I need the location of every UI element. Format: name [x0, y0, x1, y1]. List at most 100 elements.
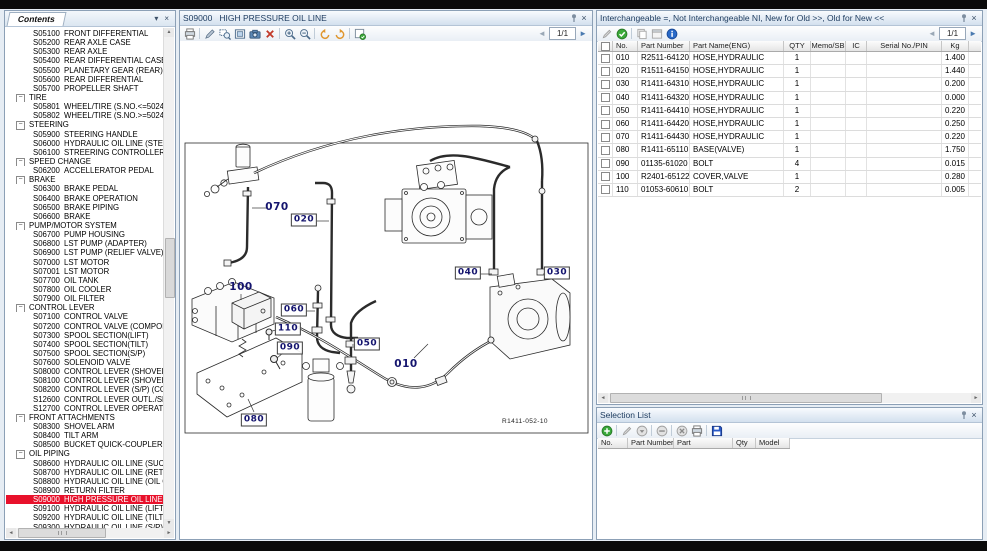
tree-item[interactable]: S06000HYDRAULIC OIL LINE (STEERING: [6, 139, 164, 148]
column-header[interactable]: No.: [613, 41, 638, 51]
table-row[interactable]: 070R1411-64430HOSE,HYDRAULIC10.220: [598, 131, 981, 144]
print-icon[interactable]: [182, 27, 197, 40]
row-checkbox[interactable]: [598, 78, 613, 90]
tree-item[interactable]: S07200CONTROL VALVE (COMPONENT: [6, 322, 164, 331]
pin-icon[interactable]: [569, 13, 579, 23]
callout-090[interactable]: 090: [277, 342, 303, 355]
tree-item[interactable]: S05700PROPELLER SHAFT: [6, 84, 164, 93]
tree-item[interactable]: S12600CONTROL LEVER OUTL./SLIDE L: [6, 395, 164, 404]
row-checkbox[interactable]: [598, 92, 613, 104]
tree-vertical-scrollbar[interactable]: ▲ ▼: [163, 28, 174, 528]
tree-item[interactable]: S09200HYDRAULIC OIL LINE (TILT): [6, 513, 164, 522]
row-checkbox[interactable]: [598, 118, 613, 130]
tree-item[interactable]: S09000HIGH PRESSURE OIL LINE: [6, 495, 164, 504]
collapse-icon[interactable]: −: [16, 304, 25, 312]
collapse-icon[interactable]: −: [16, 414, 25, 422]
column-header[interactable]: Model: [756, 438, 790, 448]
clear-icon[interactable]: [674, 424, 689, 437]
tree-item[interactable]: S05200REAR AXLE CASE: [6, 38, 164, 47]
tree-item[interactable]: S07000LST MOTOR: [6, 258, 164, 267]
tree-item[interactable]: S06900LST PUMP (RELIEF VALVE): [6, 248, 164, 257]
tree-item[interactable]: S07400SPOOL SECTION(TILT): [6, 340, 164, 349]
move-down-icon[interactable]: [634, 424, 649, 437]
tree-group[interactable]: −STEERING: [6, 120, 164, 129]
select-all-checkbox[interactable]: [598, 41, 613, 51]
tree-item[interactable]: S08600HYDRAULIC OIL LINE (SUCTION): [6, 459, 164, 468]
collapse-icon[interactable]: −: [16, 450, 25, 458]
tree-item[interactable]: S06800LST PUMP (ADAPTER): [6, 239, 164, 248]
prev-page-icon[interactable]: ◄: [925, 29, 939, 38]
parts-horizontal-scrollbar[interactable]: ◄ ►: [598, 393, 981, 403]
scroll-left-icon[interactable]: ◄: [6, 528, 16, 538]
scroll-left-icon[interactable]: ◄: [598, 393, 608, 403]
callout-060[interactable]: 060: [281, 304, 307, 317]
table-row[interactable]: 030R1411-64310HOSE,HYDRAULIC10.200: [598, 78, 981, 91]
diagram-canvas[interactable]: R1411-052-10 010020030040050060070080090…: [180, 41, 592, 539]
tree-group[interactable]: −TIRE: [6, 93, 164, 102]
tree-item[interactable]: S08000CONTROL LEVER (SHOVEL): [6, 367, 164, 376]
select-tool-icon[interactable]: [202, 27, 217, 40]
print-icon[interactable]: [689, 424, 704, 437]
prev-page-icon[interactable]: ◄: [535, 29, 549, 38]
table-row[interactable]: 060R1411-64420HOSE,HYDRAULIC10.250: [598, 118, 981, 131]
row-checkbox[interactable]: [598, 158, 613, 170]
scrollbar-thumb[interactable]: [165, 238, 175, 298]
close-icon[interactable]: ×: [969, 13, 979, 23]
pin-icon[interactable]: [959, 410, 969, 420]
tree-group[interactable]: −OIL PIPING: [6, 449, 164, 458]
table-row[interactable]: 040R1411-64320HOSE,HYDRAULIC10.000: [598, 92, 981, 105]
callout-050[interactable]: 050: [354, 338, 380, 351]
tree-item[interactable]: S07500SPOOL SECTION(S/P): [6, 349, 164, 358]
column-header[interactable]: Kg: [942, 41, 969, 51]
collapse-icon[interactable]: −: [16, 121, 25, 129]
confirm-icon[interactable]: [614, 27, 629, 40]
tree-item[interactable]: S06400BRAKE OPERATION: [6, 194, 164, 203]
tree-item[interactable]: S07001LST MOTOR: [6, 267, 164, 276]
copy-icon[interactable]: [634, 27, 649, 40]
table-row[interactable]: 11001053-60610BOLT20.005: [598, 184, 981, 197]
tree-item[interactable]: S06300BRAKE PEDAL: [6, 184, 164, 193]
callout-110[interactable]: 110: [275, 323, 301, 336]
tree-group[interactable]: −FRONT ATTACHMENTS: [6, 413, 164, 422]
chevron-down-icon[interactable]: ▾: [151, 14, 161, 23]
column-header[interactable]: Part Number: [638, 41, 690, 51]
tree-item[interactable]: S06600BRAKE: [6, 212, 164, 221]
callout-030[interactable]: 030: [544, 267, 570, 280]
scroll-down-icon[interactable]: ▼: [164, 519, 174, 528]
tree-item[interactable]: S05300REAR AXLE: [6, 47, 164, 56]
row-checkbox[interactable]: [598, 131, 613, 143]
tree-item[interactable]: S08500BUCKET QUICK-COUPLER: [6, 440, 164, 449]
callout-080[interactable]: 080: [241, 414, 267, 427]
table-row[interactable]: 100R2401-65122COVER,VALVE10.280: [598, 171, 981, 184]
add-icon[interactable]: [599, 424, 614, 437]
row-checkbox[interactable]: [598, 171, 613, 183]
row-checkbox[interactable]: [598, 144, 613, 156]
table-row[interactable]: 050R1411-64410HOSE,HYDRAULIC10.220: [598, 105, 981, 118]
tree-item[interactable]: S07100CONTROL VALVE: [6, 312, 164, 321]
column-header[interactable]: Serial No./PIN: [867, 41, 942, 51]
row-checkbox[interactable]: [598, 105, 613, 117]
close-icon[interactable]: ×: [969, 410, 979, 420]
tree-item[interactable]: S07900OIL FILTER: [6, 294, 164, 303]
row-checkbox[interactable]: [598, 184, 613, 196]
info-icon[interactable]: [664, 27, 679, 40]
rotate-left-icon[interactable]: [317, 27, 332, 40]
contents-tab[interactable]: Contents: [7, 12, 67, 26]
fit-window-icon[interactable]: [232, 27, 247, 40]
collapse-icon[interactable]: −: [16, 158, 25, 166]
callout-070[interactable]: 070: [265, 201, 288, 213]
tree-item[interactable]: S08300SHOVEL ARM: [6, 422, 164, 431]
close-icon[interactable]: ×: [579, 13, 589, 23]
edit-icon[interactable]: [599, 27, 614, 40]
scrollbar-thumb[interactable]: [18, 528, 106, 538]
tree-item[interactable]: S08800HYDRAULIC OIL LINE (OIL COOL: [6, 477, 164, 486]
tree-item[interactable]: S07700OIL TANK: [6, 276, 164, 285]
column-header[interactable]: Part Name(ENG): [690, 41, 784, 51]
callout-020[interactable]: 020: [291, 214, 317, 227]
scroll-right-icon[interactable]: ►: [164, 528, 174, 538]
tree-item[interactable]: S05400REAR DIFFERENTIAL CASE: [6, 56, 164, 65]
collapse-icon[interactable]: −: [16, 222, 25, 230]
remove-icon[interactable]: [654, 424, 669, 437]
zoom-in-icon[interactable]: [282, 27, 297, 40]
next-page-icon[interactable]: ►: [966, 29, 980, 38]
